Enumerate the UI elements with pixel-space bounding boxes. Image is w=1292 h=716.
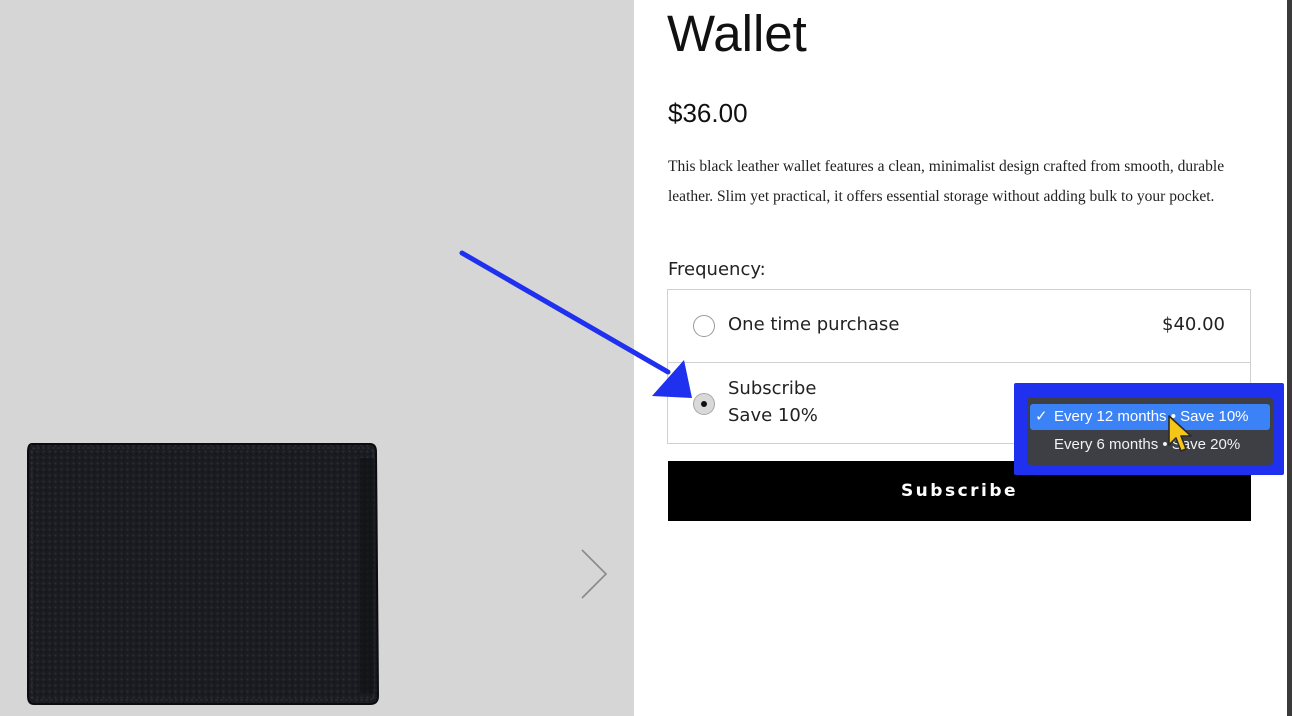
option-sublabel: Save 10% <box>728 405 818 426</box>
radio-subscribe[interactable] <box>693 393 715 415</box>
checkmark-icon: ✓ <box>1035 408 1048 425</box>
menu-item-label: Every 6 months • Save 20% <box>1054 436 1241 453</box>
chevron-right-icon[interactable] <box>578 548 610 600</box>
menu-item-every-6-months[interactable]: Every 6 months • Save 20% <box>1030 432 1270 458</box>
option-label: Subscribe <box>728 378 817 399</box>
frequency-dropdown-menu[interactable]: ✓ Every 12 months • Save 10% Every 6 mon… <box>1027 397 1273 465</box>
product-gallery <box>0 0 634 716</box>
wallet-image <box>27 443 380 705</box>
option-label: One time purchase <box>728 314 900 335</box>
radio-selected-dot <box>701 401 707 407</box>
option-one-time-purchase[interactable]: One time purchase $40.00 <box>668 290 1250 362</box>
window-edge <box>1287 0 1292 716</box>
menu-item-every-12-months[interactable]: ✓ Every 12 months • Save 10% <box>1030 404 1270 430</box>
product-description: This black leather wallet features a cle… <box>668 158 1225 205</box>
product-title: Wallet <box>667 5 807 62</box>
radio-one-time[interactable] <box>693 315 715 337</box>
product-price: $36.00 <box>668 98 748 128</box>
menu-item-label: Every 12 months • Save 10% <box>1054 408 1249 425</box>
frequency-label: Frequency: <box>668 259 766 280</box>
option-price: $40.00 <box>1162 314 1225 335</box>
